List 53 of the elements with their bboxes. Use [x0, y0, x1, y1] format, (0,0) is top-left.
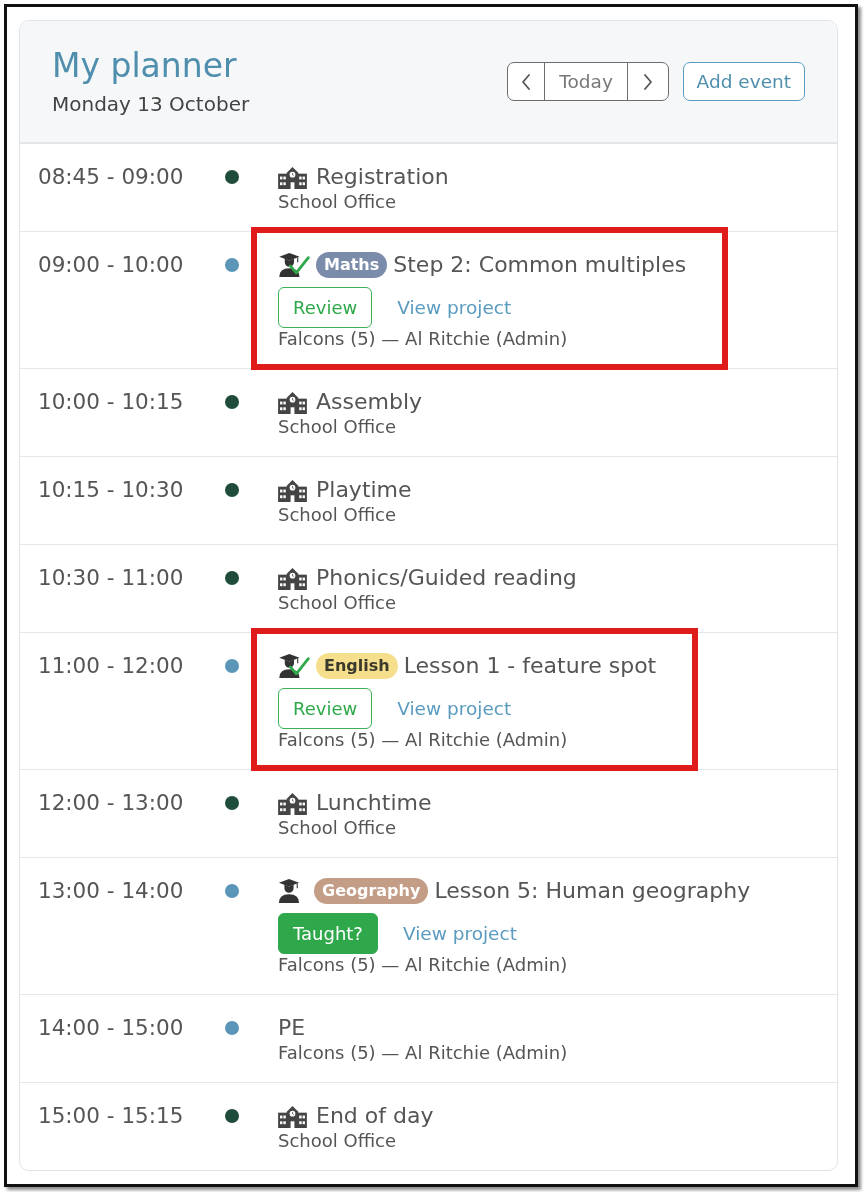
- event-title: End of day: [316, 1102, 434, 1130]
- event-title: Lesson 5: Human geography: [434, 877, 751, 905]
- view-project-link[interactable]: View project: [397, 297, 512, 318]
- next-day-button[interactable]: [626, 62, 669, 101]
- event-title: Step 2: Common multiples: [393, 251, 687, 279]
- school-building-icon: [278, 566, 307, 590]
- date-label: Monday 13 October: [52, 91, 250, 117]
- event-title: Lunchtime: [316, 789, 432, 817]
- school-building-icon: [278, 390, 307, 414]
- event-details: Falcons (5) — Al Ritchie (Admin): [278, 954, 568, 976]
- event-time: 12:00 - 13:00: [38, 789, 185, 817]
- event-time: 15:00 - 15:15: [38, 1102, 185, 1130]
- planner-title: My planner: [52, 46, 237, 86]
- event-time: 10:15 - 10:30: [38, 476, 185, 504]
- school-building-icon: [278, 1104, 307, 1128]
- event-time: 11:00 - 12:00: [38, 652, 185, 680]
- event-location: School Office: [278, 191, 397, 213]
- event-title: Registration: [316, 163, 449, 191]
- event-time: 13:00 - 14:00: [38, 877, 185, 905]
- event-location: School Office: [278, 817, 397, 839]
- event-title: Lesson 1 - feature spot: [403, 652, 657, 680]
- view-project-link[interactable]: View project: [397, 698, 512, 719]
- event-time: 14:00 - 15:00: [38, 1014, 185, 1042]
- event-details: Falcons (5) — Al Ritchie (Admin): [278, 328, 568, 350]
- event-location: School Office: [278, 1130, 397, 1152]
- review-button[interactable]: Review: [278, 287, 373, 328]
- event-time: 08:45 - 09:00: [38, 163, 185, 191]
- today-button[interactable]: Today: [544, 62, 629, 101]
- subject-tag: Geography: [314, 878, 429, 904]
- event-title: PE: [278, 1014, 306, 1042]
- previous-day-button[interactable]: [506, 62, 546, 101]
- chevron-right-icon: [642, 73, 653, 90]
- event-location: School Office: [278, 416, 397, 438]
- event-time: 10:00 - 10:15: [38, 388, 185, 416]
- event-details: Falcons (5) — Al Ritchie (Admin): [278, 1042, 568, 1064]
- event-time: 09:00 - 10:00: [38, 251, 185, 279]
- event-details: Falcons (5) — Al Ritchie (Admin): [278, 729, 568, 751]
- add-event-button[interactable]: Add event: [682, 62, 805, 101]
- subject-tag: English: [316, 653, 398, 679]
- event-title: Assembly: [316, 388, 423, 416]
- event-title: Playtime: [316, 476, 412, 504]
- review-button[interactable]: Review: [278, 688, 373, 729]
- school-building-icon: [278, 791, 307, 815]
- event-title: Phonics/Guided reading: [316, 564, 577, 592]
- event-location: School Office: [278, 592, 397, 614]
- taught-button[interactable]: Taught?: [278, 913, 378, 954]
- school-building-icon: [278, 165, 307, 189]
- chevron-left-icon: [521, 73, 532, 90]
- event-location: School Office: [278, 504, 397, 526]
- event-time: 10:30 - 11:00: [38, 564, 185, 592]
- subject-tag: Maths: [316, 252, 388, 278]
- school-building-icon: [278, 478, 307, 502]
- view-project-link[interactable]: View project: [402, 923, 517, 944]
